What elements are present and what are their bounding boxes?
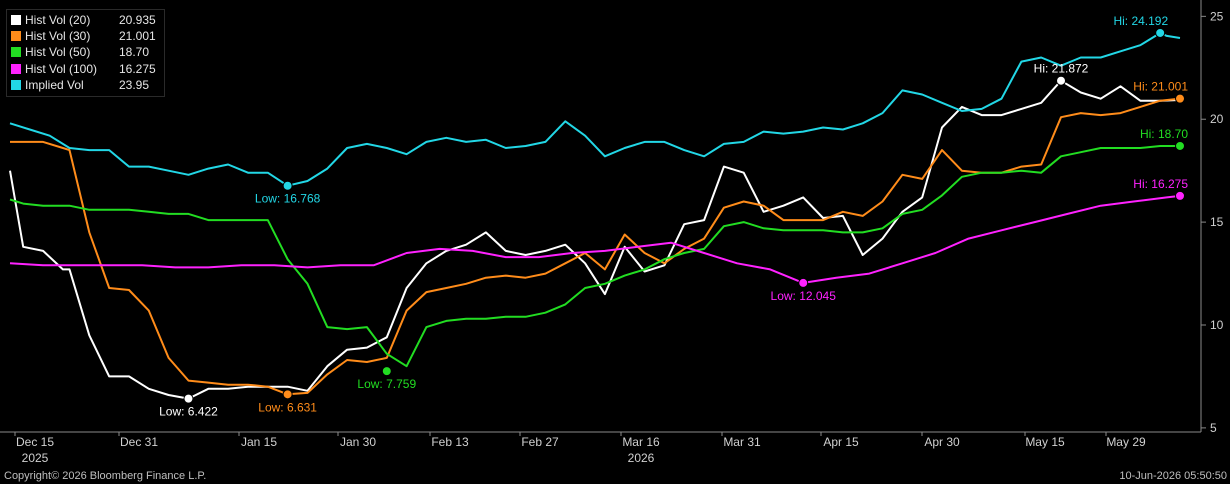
series-line-hist-vol-30 (10, 97, 1181, 396)
x-tick-label: Feb 27 (521, 435, 559, 449)
x-tick-label: Mar 16 (622, 435, 660, 449)
legend-value: 21.001 (119, 29, 156, 44)
annotation-label: Low: 6.631 (258, 400, 317, 414)
legend: Hist Vol (20) 20.935 Hist Vol (30) 21.00… (6, 9, 165, 97)
legend-value: 16.275 (119, 61, 156, 76)
annotation-marker (381, 366, 392, 377)
annotation-label: Low: 6.422 (159, 405, 218, 419)
legend-swatch (11, 79, 21, 90)
annotation-marker (798, 277, 809, 288)
annotation-marker (183, 393, 194, 404)
legend-swatch (11, 15, 21, 26)
year-label: 2026 (628, 451, 655, 465)
annotation-marker (1175, 140, 1185, 151)
x-tick-label: May 29 (1106, 435, 1146, 449)
x-tick-label: Dec 31 (120, 435, 158, 449)
legend-value: 20.935 (119, 13, 156, 28)
legend-label: Implied Vol (25, 77, 84, 92)
legend-item-implied-vol: Implied Vol 23.95 (11, 77, 160, 93)
copyright-text: Copyright© 2026 Bloomberg Finance L.P. (4, 470, 207, 482)
annotation-label: Hi: 21.001 (1133, 80, 1188, 94)
annotation-marker (1056, 75, 1067, 86)
legend-label: Hist Vol (50) (25, 45, 91, 60)
x-tick-label: Feb 13 (431, 435, 469, 449)
annotation-label: Hi: 18.70 (1140, 127, 1188, 141)
annotation-label: Hi: 16.275 (1133, 177, 1188, 191)
series-line-hist-vol-50 (9, 145, 1180, 368)
x-tick-label: Apr 15 (823, 435, 859, 449)
y-tick-label: 20 (1210, 112, 1224, 126)
legend-item-hist-vol-30: Hist Vol (30) 21.001 (11, 28, 160, 44)
legend-value: 18.70 (119, 45, 150, 60)
annotation-marker (1175, 190, 1185, 201)
annotation-marker (282, 180, 293, 191)
annotation-label: Low: 16.768 (255, 192, 321, 206)
x-tick-label: Jan 30 (340, 435, 376, 449)
y-tick-label: 10 (1210, 318, 1224, 332)
legend-label: Hist Vol (30) (25, 29, 91, 44)
legend-item-hist-vol-20: Hist Vol (20) 20.935 (11, 12, 160, 28)
annotation-marker (282, 389, 293, 400)
x-tick-label: Apr 30 (924, 435, 960, 449)
annotation-marker (1155, 27, 1166, 38)
year-label: 2025 (22, 451, 49, 465)
volatility-chart: 510152025Dec 15 Dec 31 Jan 15 Jan 30 Feb 13 F… (0, 0, 1224, 465)
legend-swatch (11, 47, 21, 58)
legend-item-hist-vol-50: Hist Vol (50) 18.70 (11, 44, 160, 60)
legend-swatch (11, 31, 21, 42)
y-tick-label: 25 (1210, 9, 1224, 23)
legend-label: Hist Vol (100) (25, 61, 98, 76)
y-tick-label: 5 (1210, 421, 1217, 435)
series-line-hist-vol-20 (9, 79, 1181, 400)
series-line-implied-vol (9, 32, 1181, 187)
legend-item-hist-vol-100: Hist Vol (100) 16.275 (11, 61, 160, 77)
series-line-hist-vol-100 (9, 194, 1181, 284)
y-tick-label: 15 (1210, 215, 1224, 229)
annotation-label: Hi: 21.872 (1034, 62, 1089, 76)
x-tick-label: May 15 (1025, 435, 1065, 449)
annotation-label: Low: 7.759 (357, 377, 416, 391)
legend-value: 23.95 (119, 77, 150, 92)
annotation-marker (1175, 93, 1185, 104)
x-tick-label: Dec 15 (16, 435, 54, 449)
timestamp-text: 10-Jun-2026 05:50:50 (1119, 470, 1227, 482)
legend-label: Hist Vol (20) (25, 13, 91, 28)
x-tick-label: Mar 31 (723, 435, 761, 449)
annotation-label: Hi: 24.192 (1113, 14, 1168, 28)
x-tick-label: Jan 15 (241, 435, 277, 449)
annotation-label: Low: 12.045 (771, 289, 837, 303)
legend-swatch (11, 63, 21, 74)
